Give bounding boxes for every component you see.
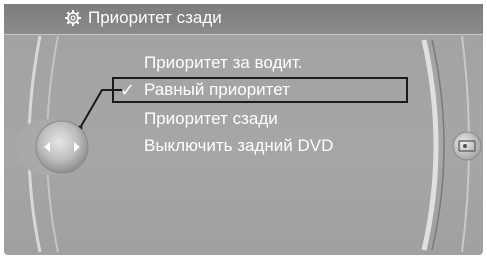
menu-item-equal-priority[interactable]: ✓ Равный приоритет	[112, 77, 408, 103]
screen-options-icon[interactable]	[452, 131, 482, 161]
menu-item-label: Приоритет сзади	[144, 109, 278, 128]
idrive-screen: Приоритет сзади Приоритет за водит. ✓ Ра…	[0, 0, 487, 259]
settings-gear-icon	[65, 10, 81, 26]
menu-item-label: Выключить задний DVD	[144, 136, 334, 155]
checkmark-icon: ✓	[120, 80, 136, 100]
page-title: Приоритет сзади	[88, 8, 222, 27]
controller-arrows-icon[interactable]	[16, 119, 89, 175]
right-scrollbar-track[interactable]	[421, 39, 439, 251]
menu-item-label: Приоритет за водит.	[144, 53, 303, 72]
menu-item-label: Равный приоритет	[144, 80, 290, 99]
